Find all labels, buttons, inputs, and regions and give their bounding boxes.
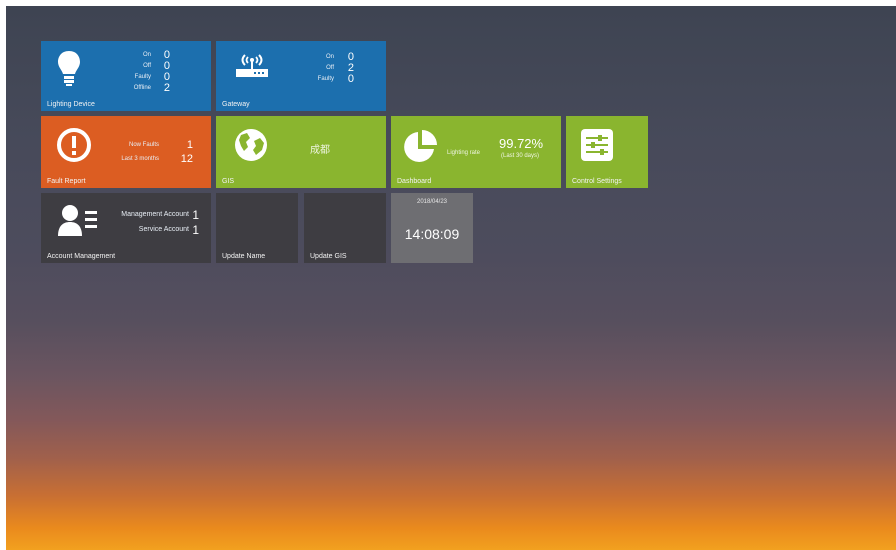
tile-fault-report[interactable]: Now Faults 1 Last 3 months 12 Fault Report [41,116,211,188]
stat-value: 12 [180,153,193,165]
stat-label: Offline [133,84,151,91]
stat-label: Off [143,62,151,69]
stat-label: On [142,51,151,58]
stat-label: Last 3 months [121,156,159,162]
tile-title: Control Settings [572,178,622,185]
stat-value: 1 [192,222,199,237]
tile-title: Account Management [47,253,116,260]
tile-clock: 2018/04/23 14:08:09 [391,193,473,263]
lighting-rate-value: 99.72% [499,136,544,151]
stat-value: 2 [163,81,170,94]
lighting-rate-label: Lighting rate [447,150,481,156]
tile-title: Dashboard [397,178,432,185]
sliders-icon [581,129,613,161]
tile-title: Update Name [222,253,266,260]
stat-label: Now Faults [128,142,159,148]
users-icon [58,205,97,236]
tile-title: Update GIS [310,253,347,260]
stat-label: On [325,53,334,60]
tile-account-management[interactable]: Management Account 1 Service Account 1 Acc… [41,193,211,263]
stat-label: Management Account [121,211,189,218]
stat-label: Faulty [134,73,151,80]
tile-title: Lighting Device [47,101,95,108]
stat-label: Faulty [317,75,334,82]
stat-value: 1 [192,207,199,222]
tile-title: Fault Report [47,178,86,185]
pie-chart-icon [404,130,437,162]
desktop-screen: On 0 Off 0 Faulty 0 Offline 2 Lighting Devic… [6,6,896,550]
tile-lighting-device[interactable]: On 0 Off 0 Faulty 0 Offline 2 Lighting Devic… [41,41,211,111]
tile-control-settings[interactable]: Control Settings [566,116,648,188]
lightbulb-icon [58,51,80,86]
tile-title: GIS [222,178,235,185]
wifi-router-icon [236,54,268,77]
stat-label: Service Account [138,226,189,233]
tile-update-gis[interactable]: Update GIS [304,193,386,263]
tile-dashboard[interactable]: Lighting rate 99.72% (Last 30 days) Dash… [391,116,561,188]
stat-label: Off [326,64,334,71]
tile-title: Gateway [222,101,250,108]
alert-icon [57,128,91,162]
globe-icon [235,129,267,161]
tile-update-name[interactable]: Update Name [216,193,298,263]
gis-city-label: 成都 [310,145,330,156]
stat-value: 1 [186,139,193,151]
tile-gis[interactable]: 成都 GIS [216,116,386,188]
lighting-rate-period: (Last 30 days) [501,153,540,159]
stat-value: 0 [347,72,354,85]
tile-gateway[interactable]: On 0 Off 2 Faulty 0 Gateway [216,41,386,111]
clock-date: 2018/04/23 [416,199,448,205]
clock-time: 14:08:09 [404,226,460,242]
